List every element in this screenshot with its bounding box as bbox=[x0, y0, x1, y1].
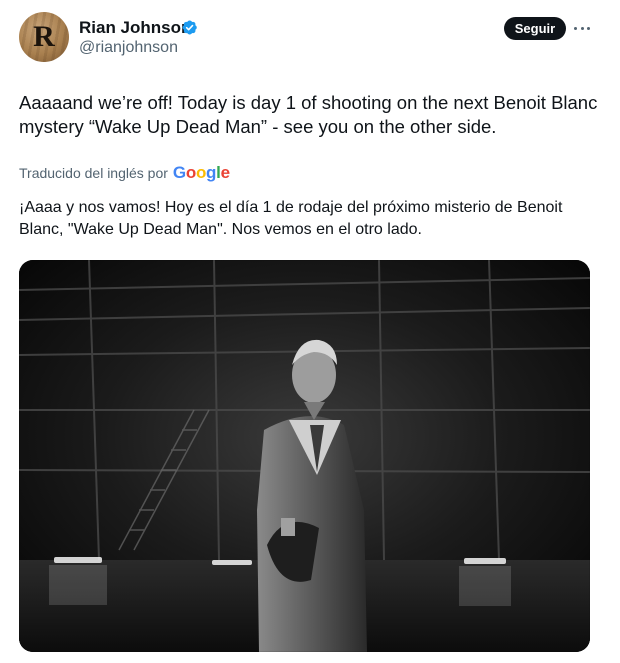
translated-text: ¡Aaaa y nos vamos! Hoy es el día 1 de ro… bbox=[19, 199, 563, 238]
author-handle[interactable]: @rianjohnson bbox=[79, 39, 178, 57]
avatar-letter: R bbox=[33, 20, 55, 53]
more-dot bbox=[574, 26, 577, 30]
more-dot bbox=[580, 26, 584, 30]
google-logo: Google bbox=[172, 163, 230, 182]
translation-attribution[interactable]: Traducido del inglés por Google bbox=[19, 163, 230, 183]
follow-button[interactable]: Seguir bbox=[504, 17, 566, 40]
verified-badge-icon bbox=[182, 20, 197, 35]
photo-scene bbox=[19, 260, 590, 652]
more-horizontal-icon[interactable] bbox=[574, 21, 590, 35]
author-display-name[interactable]: Rian Johnson bbox=[79, 18, 191, 38]
more-dot bbox=[587, 26, 590, 30]
tweet-text: Aaaaand we’re off! Today is day 1 of sho… bbox=[19, 92, 598, 137]
tweet-photo[interactable] bbox=[19, 260, 590, 652]
tweet-card: R Rian Johnson @rianjohnson Seguir Aaaaa… bbox=[0, 0, 620, 663]
translation-label: Traducido del inglés por bbox=[19, 165, 168, 181]
avatar[interactable]: R bbox=[19, 12, 69, 62]
